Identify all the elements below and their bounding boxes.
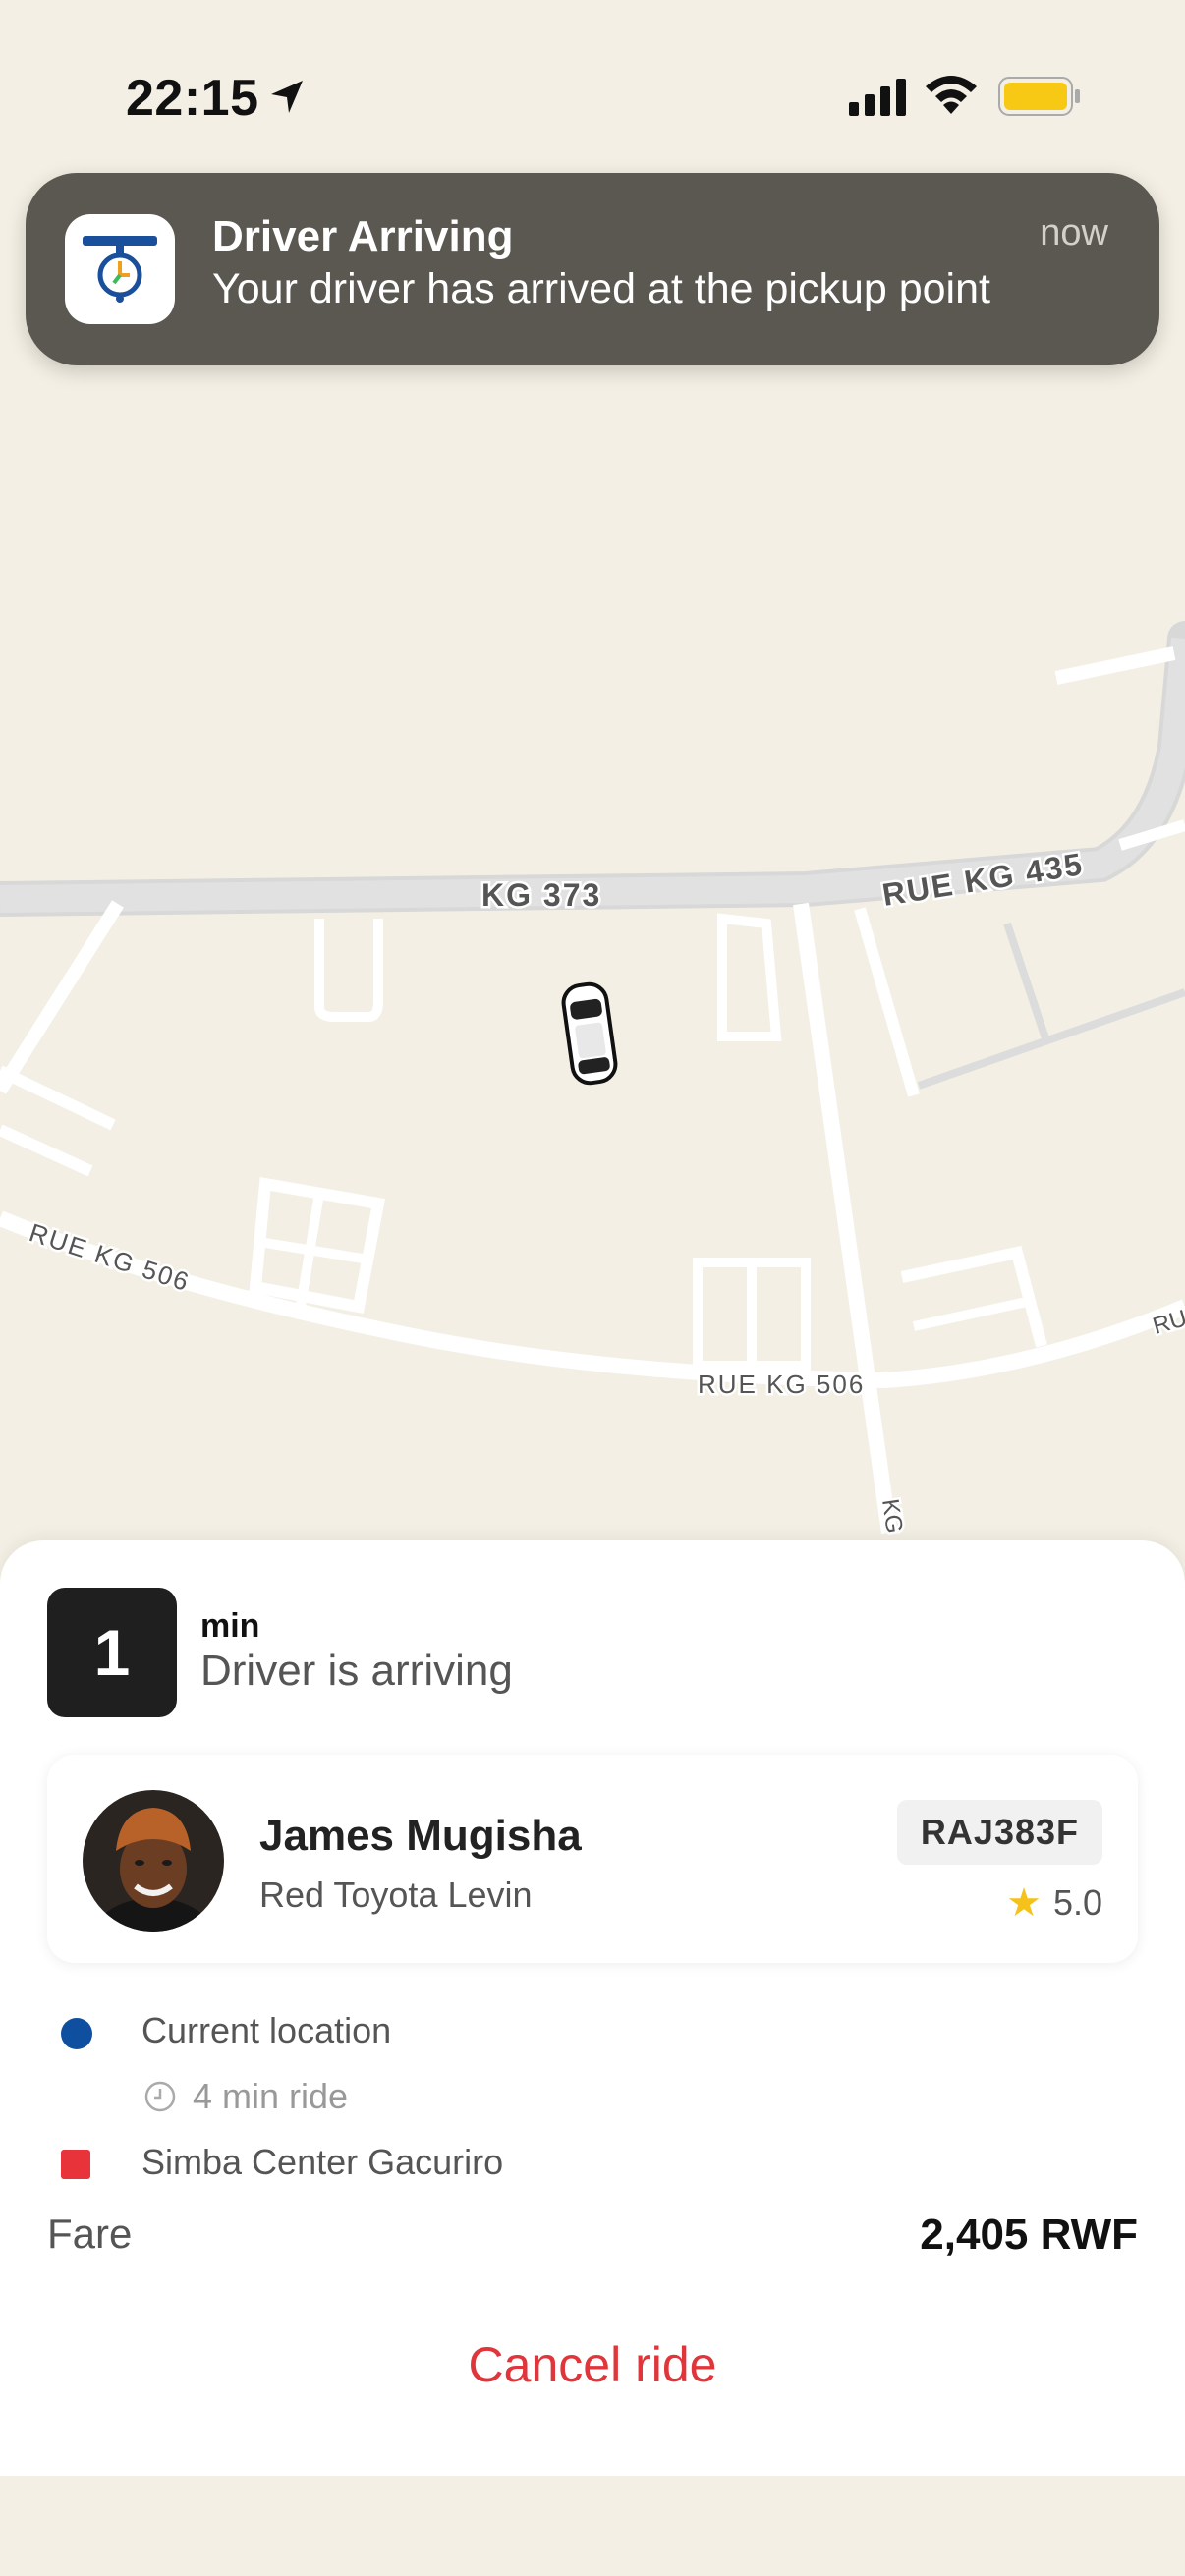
road-label-kg373: KG 373 <box>481 877 601 913</box>
license-plate: RAJ383F <box>896 1800 1102 1865</box>
cancel-ride-button[interactable]: Cancel ride <box>0 2336 1185 2393</box>
driver-avatar <box>83 1790 224 1932</box>
rating-value: 5.0 <box>1052 1882 1102 1923</box>
ride-details-sheet: 1 min Driver is arriving James Mugisha R… <box>0 1540 1185 2476</box>
driver-vehicle: Red Toyota Levin <box>259 1875 533 1915</box>
fare-label: Fare <box>47 2211 133 2257</box>
destination-square-icon <box>61 2150 90 2179</box>
eta-unit: min <box>200 1607 260 1645</box>
battery-icon <box>998 77 1080 116</box>
signal-icon <box>849 79 906 116</box>
driver-rating: ★ 5.0 <box>1006 1880 1102 1926</box>
eta-status: Driver is arriving <box>200 1647 513 1695</box>
ride-app-icon <box>65 214 175 324</box>
road-label-kg: KG <box>876 1497 908 1535</box>
clock-icon <box>144 2081 176 2112</box>
status-bar: 22:15 <box>0 0 1185 157</box>
location-arrow-icon <box>271 81 303 113</box>
fare-value: 2,405 RWF <box>920 2211 1138 2259</box>
star-icon: ★ <box>1006 1881 1042 1925</box>
pickup-label: Current location <box>141 2010 392 2050</box>
destination-label: Simba Center Gacuriro <box>141 2142 504 2182</box>
ride-duration: 4 min ride <box>193 2076 349 2116</box>
route-duration: 4 min ride <box>0 2068 1185 2127</box>
notification-time: now <box>1040 212 1108 253</box>
road-label-kg506: RUE KG 506 <box>698 1370 865 1399</box>
bottom-safe-area <box>0 2476 1185 2576</box>
route-pickup: Current location <box>0 2002 1185 2061</box>
route-destination: Simba Center Gacuriro <box>0 2134 1185 2193</box>
driver-name: James Mugisha <box>259 1812 582 1860</box>
notification-body: Your driver has arrived at the pickup po… <box>212 265 990 312</box>
driver-card[interactable]: James Mugisha Red Toyota Levin RAJ383F ★… <box>47 1755 1138 1963</box>
pickup-dot-icon <box>61 2018 92 2049</box>
status-time: 22:15 <box>126 70 259 127</box>
eta-minutes-badge: 1 <box>47 1588 177 1717</box>
wifi-icon <box>926 76 977 114</box>
notification-title: Driver Arriving <box>212 212 514 260</box>
push-notification[interactable]: Driver Arriving Your driver has arrived … <box>26 173 1159 365</box>
